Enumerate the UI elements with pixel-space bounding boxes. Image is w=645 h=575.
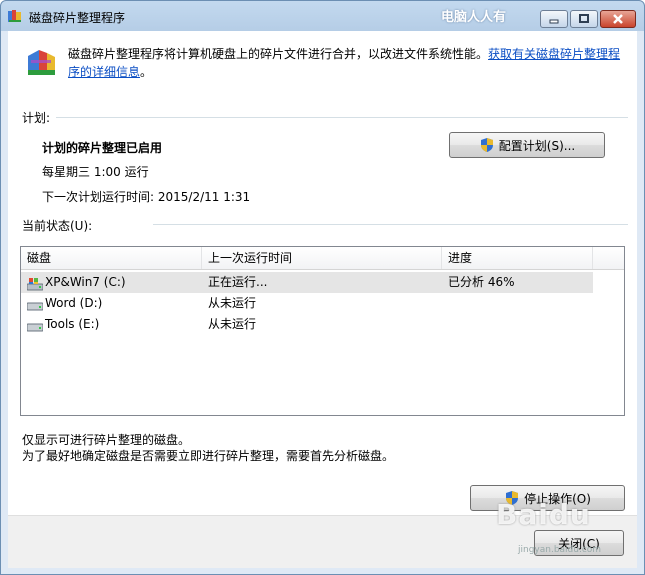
column-header-last-run[interactable]: 上一次运行时间 [202, 247, 442, 269]
schedule-next-run: 下一次计划运行时间: 2015/2/11 1:31 [42, 190, 251, 204]
baidu-watermark-url: jingyan.baidu.com [518, 545, 602, 555]
defrag-app-icon [8, 10, 21, 22]
schedule-section-label: 计划: [22, 111, 51, 125]
disk-name: XP&Win7 (C:) [45, 275, 126, 289]
disk-row-e[interactable]: Tools (E:) 从未运行 [21, 314, 593, 335]
maximize-icon [579, 14, 589, 23]
status-separator [153, 224, 628, 225]
schedule-separator [56, 117, 628, 118]
column-header-progress[interactable]: 进度 [442, 247, 593, 269]
minimize-icon [549, 19, 559, 24]
disk-progress: 已分析 46% [448, 275, 515, 289]
disk-last-run: 从未运行 [208, 296, 257, 310]
client-area: 磁盘碎片整理程序将计算机硬盘上的碎片文件进行合并，以改进文件系统性能。获取有关磁… [8, 31, 637, 568]
close-icon [613, 14, 623, 24]
watermark-text: 电脑人人有 [441, 10, 507, 25]
column-header-disk[interactable]: 磁盘 [21, 247, 202, 269]
disk-row-d[interactable]: Word (D:) 从未运行 [21, 293, 593, 314]
schedule-status: 计划的碎片整理已启用 [42, 141, 163, 155]
title-bar[interactable]: 磁盘碎片整理程序 电脑人人有 [1, 1, 644, 31]
configure-schedule-label: 配置计划(S)... [498, 138, 576, 153]
disk-row-c[interactable]: XP&Win7 (C:) 正在运行... 已分析 46% [21, 272, 593, 293]
description-text: 磁盘碎片整理程序将计算机硬盘上的碎片文件进行合并，以改进文件系统性能。获取有关磁… [68, 45, 628, 81]
minimize-button[interactable] [540, 10, 568, 28]
drive-icon [27, 323, 43, 332]
configure-schedule-button[interactable]: 配置计划(S)... [449, 132, 605, 158]
defrag-header-icon [28, 50, 55, 75]
note-analyze-first: 为了最好地确定磁盘是否需要立即进行碎片整理，需要首先分析磁盘。 [22, 449, 395, 463]
system-drive-icon [27, 278, 43, 291]
description-body: 磁盘碎片整理程序将计算机硬盘上的碎片文件进行合并，以改进文件系统性能。 [68, 47, 489, 61]
note-defraggable-only: 仅显示可进行碎片整理的磁盘。 [22, 433, 191, 447]
window-title: 磁盘碎片整理程序 [29, 11, 126, 25]
disk-list-header: 磁盘 上一次运行时间 进度 [21, 247, 624, 270]
drive-icon [27, 302, 43, 311]
schedule-frequency: 每星期三 1:00 运行 [42, 165, 149, 179]
disk-name: Word (D:) [45, 296, 103, 310]
disk-last-run: 正在运行... [208, 275, 268, 289]
disk-name: Tools (E:) [45, 317, 100, 331]
baidu-watermark: Baidu [496, 498, 591, 531]
uac-shield-icon [480, 138, 493, 152]
maximize-button[interactable] [570, 10, 598, 28]
current-status-label: 当前状态(U): [22, 219, 93, 233]
disk-list[interactable]: 磁盘 上一次运行时间 进度 XP&Win7 (C:) 正在运行... 已分析 4… [20, 246, 625, 416]
disk-last-run: 从未运行 [208, 317, 257, 331]
close-window-button[interactable] [600, 10, 636, 28]
description-period: 。 [140, 65, 153, 79]
defrag-window: 磁盘碎片整理程序 电脑人人有 磁盘碎片整理程序将计算机硬盘上的碎片文件进行合并，… [0, 0, 645, 575]
